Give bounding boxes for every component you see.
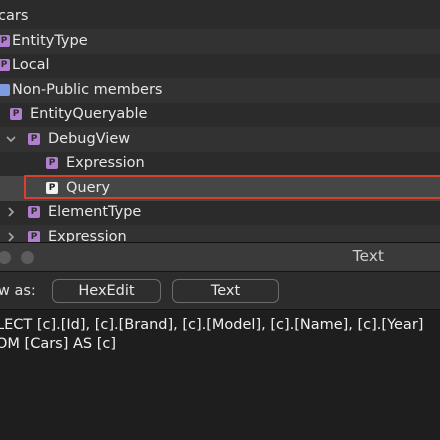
text-button[interactable]: Text <box>172 279 279 303</box>
tree-item-label: cars <box>0 8 29 25</box>
members-icon <box>0 84 10 97</box>
property-icon: P <box>46 182 58 195</box>
property-icon: P <box>28 231 40 242</box>
tree-item-expression[interactable]: P Expression <box>0 151 440 176</box>
tree-item-label: EntityType <box>12 33 88 50</box>
chevron-down-icon[interactable] <box>6 132 16 146</box>
tree-item-local[interactable]: P Local <box>0 53 440 78</box>
window-title: Text <box>352 247 384 265</box>
property-icon: P <box>28 133 40 146</box>
tree-item-label: Local <box>12 57 50 74</box>
tree-item-label: Non-Public members <box>12 82 163 99</box>
tree-item-debugview[interactable]: P DebugView <box>0 127 440 152</box>
tree-item-entitytype[interactable]: P EntityType <box>0 29 440 54</box>
property-icon: P <box>46 157 58 170</box>
query-text-content[interactable]: LECT [c].[Id], [c].[Brand], [c].[Model],… <box>0 316 423 354</box>
chevron-right-icon[interactable] <box>6 230 16 242</box>
tree-item-label: DebugView <box>48 131 131 148</box>
tree-item-label: Expression <box>66 155 145 172</box>
window-close-button[interactable] <box>0 251 11 264</box>
text-visualizer-window: Text w as: HexEdit Text LECT [c].[Id], [… <box>0 242 440 440</box>
property-icon: P <box>28 206 40 219</box>
property-icon: P <box>10 108 22 121</box>
tree-item-query-selected[interactable]: P Query <box>0 175 440 201</box>
tree-item-label: ElementType <box>48 204 142 221</box>
debug-tree-view: cars P EntityType P Local Non-Public mem… <box>0 0 440 242</box>
hexedit-button[interactable]: HexEdit <box>52 279 161 303</box>
tree-item-label: EntityQueryable <box>30 106 148 123</box>
query-line-2: OM [Cars] AS [c] <box>0 336 117 352</box>
tree-item-expression-2[interactable]: P Expression <box>0 225 440 242</box>
tree-item-entityqueryable[interactable]: P EntityQueryable <box>0 102 440 127</box>
tree-item-label: Expression <box>48 229 127 242</box>
tree-item-cars[interactable]: cars <box>0 4 440 29</box>
property-icon: P <box>0 59 10 72</box>
property-icon: P <box>0 35 10 48</box>
chevron-right-icon[interactable] <box>6 205 16 219</box>
view-as-label: w as: <box>0 283 36 299</box>
query-line-1: LECT [c].[Id], [c].[Brand], [c].[Model],… <box>0 317 424 333</box>
tree-item-label: Query <box>66 180 111 197</box>
window-titlebar[interactable]: Text <box>0 242 440 272</box>
window-minimize-button[interactable] <box>21 251 34 264</box>
tree-item-non-public-members[interactable]: Non-Public members <box>0 78 440 103</box>
view-as-toolbar: w as: HexEdit Text <box>0 272 440 310</box>
tree-item-elementtype[interactable]: P ElementType <box>0 200 440 225</box>
